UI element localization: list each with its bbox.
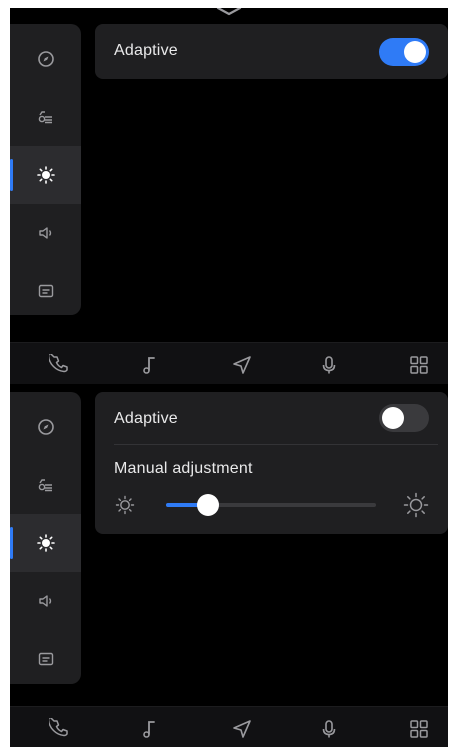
navigation-icon bbox=[233, 356, 251, 374]
settings-screen-adaptive-on: Adaptive bbox=[10, 8, 448, 384]
toggle-knob bbox=[382, 407, 404, 429]
compass-icon bbox=[37, 51, 54, 67]
row-divider bbox=[114, 444, 438, 445]
compass-icon bbox=[37, 419, 54, 435]
settings-screen-adaptive-off: Adaptive Manual adjustment bbox=[10, 384, 448, 747]
sidebar-item-sound[interactable] bbox=[10, 572, 81, 630]
sidebar-item-vehicle[interactable] bbox=[10, 456, 81, 514]
adaptive-toggle[interactable] bbox=[379, 404, 429, 432]
nav-music[interactable] bbox=[136, 352, 162, 378]
toggle-knob bbox=[404, 41, 426, 63]
sidebar-item-navigation[interactable] bbox=[10, 398, 81, 456]
car-icon bbox=[38, 111, 52, 124]
pull-down-chevron-icon[interactable] bbox=[215, 8, 243, 16]
bottom-nav-bar bbox=[10, 342, 448, 384]
nav-navigation[interactable] bbox=[229, 352, 255, 378]
nav-navigation[interactable] bbox=[229, 716, 255, 742]
sun-outline-small-icon bbox=[115, 495, 135, 515]
nav-apps[interactable] bbox=[406, 352, 432, 378]
sidebar-item-display[interactable] bbox=[10, 262, 81, 320]
brightness-card: Adaptive bbox=[95, 24, 448, 79]
nav-apps[interactable] bbox=[406, 716, 432, 742]
settings-sidebar bbox=[10, 392, 81, 684]
settings-sidebar bbox=[10, 24, 81, 315]
volume-icon bbox=[38, 227, 51, 239]
music-icon bbox=[143, 721, 155, 738]
music-icon bbox=[143, 357, 155, 374]
nav-phone[interactable] bbox=[47, 716, 73, 742]
brightness-card: Adaptive Manual adjustment bbox=[95, 392, 448, 534]
manual-adjustment-label: Manual adjustment bbox=[114, 460, 253, 477]
sidebar-item-brightness[interactable] bbox=[10, 514, 81, 572]
nav-phone[interactable] bbox=[47, 352, 73, 378]
display-icon bbox=[38, 284, 53, 298]
adaptive-label: Adaptive bbox=[114, 42, 178, 59]
brightness-icon bbox=[36, 534, 55, 552]
sidebar-item-brightness[interactable] bbox=[10, 146, 81, 204]
apps-grid-icon bbox=[410, 720, 428, 738]
microphone-icon bbox=[322, 720, 336, 738]
adaptive-label: Adaptive bbox=[114, 410, 178, 427]
sidebar-item-vehicle[interactable] bbox=[10, 88, 81, 146]
nav-music[interactable] bbox=[136, 716, 162, 742]
car-icon bbox=[38, 479, 52, 492]
nav-voice[interactable] bbox=[316, 716, 342, 742]
display-icon bbox=[38, 652, 53, 666]
brightness-icon bbox=[36, 166, 55, 184]
brightness-slider[interactable] bbox=[166, 494, 376, 516]
navigation-icon bbox=[233, 720, 251, 738]
adaptive-toggle[interactable] bbox=[379, 38, 429, 66]
apps-grid-icon bbox=[410, 356, 428, 374]
slider-thumb[interactable] bbox=[197, 494, 219, 516]
volume-icon bbox=[38, 595, 51, 607]
sidebar-item-display[interactable] bbox=[10, 630, 81, 688]
sun-outline-large-icon bbox=[403, 492, 429, 518]
phone-icon bbox=[49, 354, 68, 373]
sidebar-item-navigation[interactable] bbox=[10, 30, 81, 88]
phone-icon bbox=[49, 718, 68, 737]
bottom-nav-bar bbox=[10, 706, 448, 747]
nav-voice[interactable] bbox=[316, 352, 342, 378]
sidebar-item-sound[interactable] bbox=[10, 204, 81, 262]
microphone-icon bbox=[322, 356, 336, 374]
